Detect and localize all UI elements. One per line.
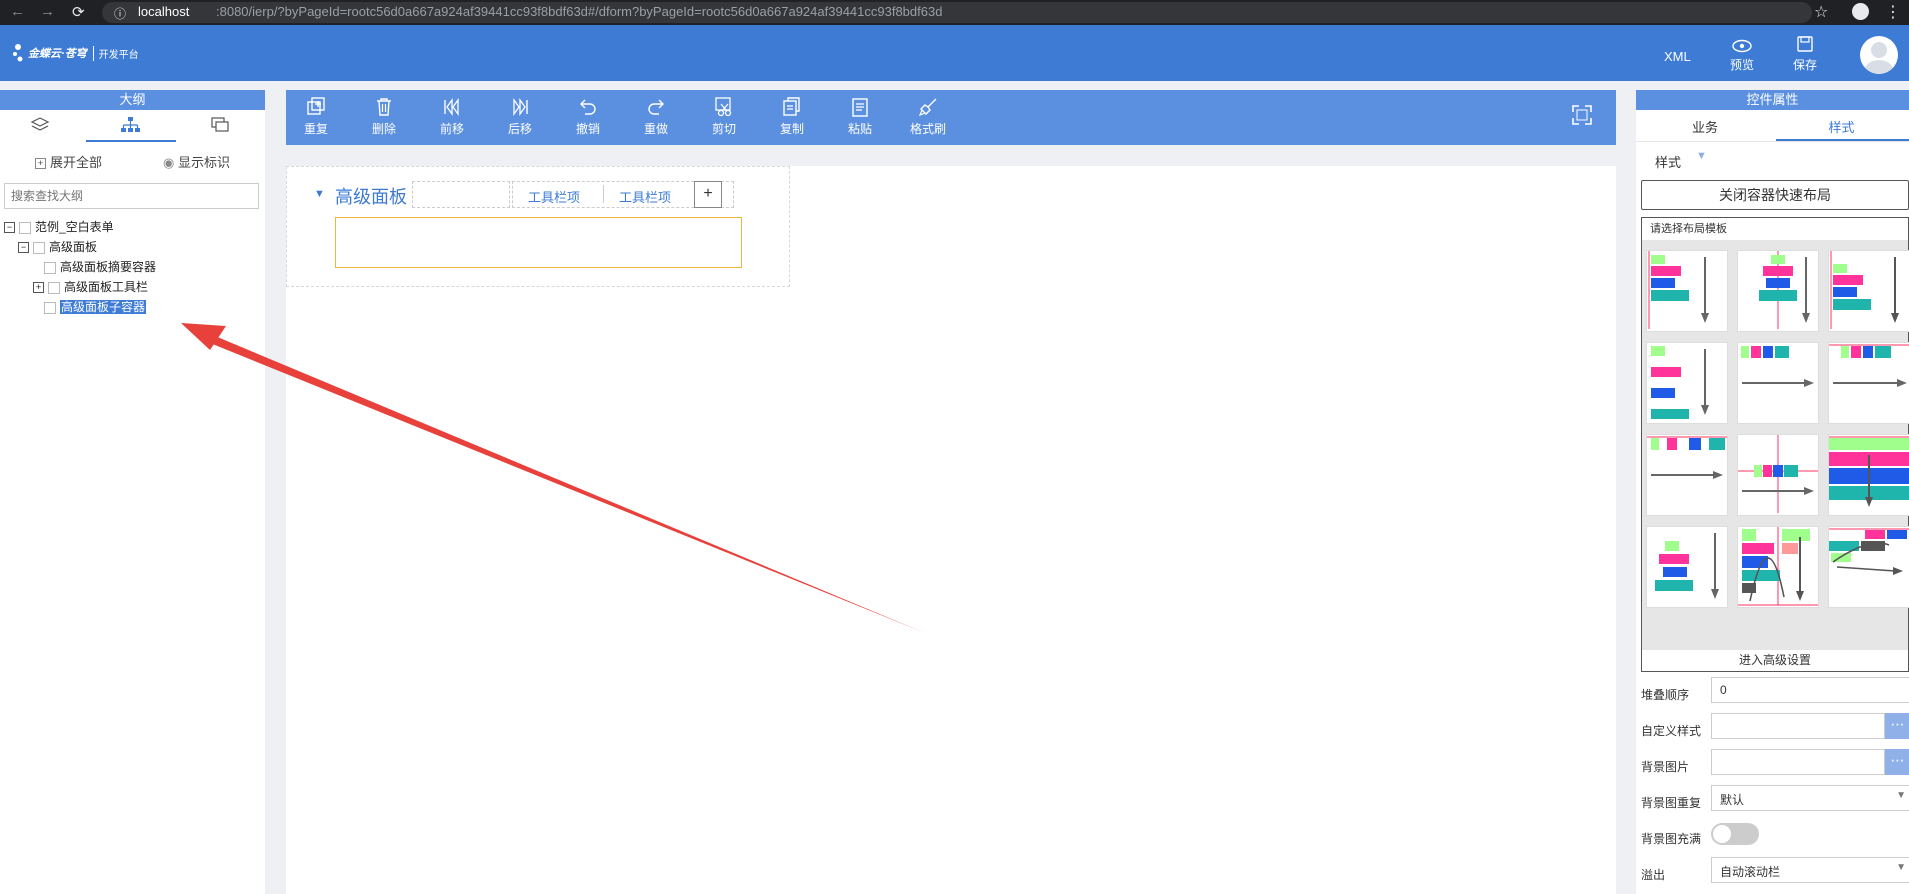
annotation-arrow — [181, 323, 925, 633]
layout-template-box: 请选择布局模板 进入高级设置 — [1641, 217, 1909, 672]
advanced-settings-link[interactable]: 进入高级设置 — [1642, 650, 1908, 671]
caret-down-icon[interactable]: ▼ — [1696, 150, 1707, 162]
toggle-knob — [1713, 825, 1731, 843]
caret-down-icon: ▼ — [1896, 862, 1906, 873]
layout-template[interactable] — [1737, 526, 1819, 608]
field-label: 溢出 — [1641, 868, 1666, 882]
properties-title: 控件属性 — [1636, 90, 1909, 110]
more-icon[interactable]: ⋯ — [1885, 749, 1909, 775]
layout-template[interactable] — [1828, 526, 1909, 608]
field-label: 堆叠顺序 — [1641, 688, 1690, 702]
section-title: 样式 — [1655, 155, 1682, 170]
properties-panel: 控件属性 业务 样式 样式 ▼ 关闭容器快速布局 请选择布局模板 进入高级设置 … — [1636, 90, 1909, 894]
layout-template[interactable] — [1646, 434, 1728, 516]
tab-business[interactable]: 业务 — [1636, 117, 1774, 136]
divider — [1636, 141, 1909, 142]
stack-order-input[interactable]: 0 — [1711, 677, 1909, 703]
layout-template[interactable] — [1646, 250, 1728, 332]
select-value: 默认 — [1720, 793, 1745, 807]
field-label: 自定义样式 — [1641, 724, 1702, 738]
field-label: 背景图片 — [1641, 760, 1690, 774]
field-label: 背景图重复 — [1641, 796, 1702, 810]
overflow-select[interactable]: 自动滚动栏 ▼ — [1711, 857, 1909, 883]
layout-template[interactable] — [1737, 434, 1819, 516]
close-quick-layout-button[interactable]: 关闭容器快速布局 — [1641, 180, 1909, 210]
background-repeat-select[interactable]: 默认 ▼ — [1711, 785, 1909, 811]
layout-template[interactable] — [1737, 342, 1819, 424]
tab-style[interactable]: 样式 — [1774, 117, 1909, 136]
layout-template[interactable] — [1646, 526, 1728, 608]
select-value: 自动滚动栏 — [1720, 865, 1781, 879]
more-icon[interactable]: ⋯ — [1885, 713, 1909, 739]
background-image-input[interactable] — [1711, 749, 1885, 775]
layout-template[interactable] — [1828, 250, 1909, 332]
layout-template[interactable] — [1646, 342, 1728, 424]
layout-template[interactable] — [1737, 250, 1819, 332]
layout-template[interactable] — [1828, 434, 1909, 516]
template-caption: 请选择布局模板 — [1642, 218, 1908, 240]
caret-down-icon: ▼ — [1896, 790, 1906, 801]
custom-style-input[interactable] — [1711, 713, 1885, 739]
background-fill-toggle[interactable] — [1711, 823, 1759, 845]
field-label: 背景图充满 — [1641, 832, 1702, 846]
layout-template[interactable] — [1828, 342, 1909, 424]
